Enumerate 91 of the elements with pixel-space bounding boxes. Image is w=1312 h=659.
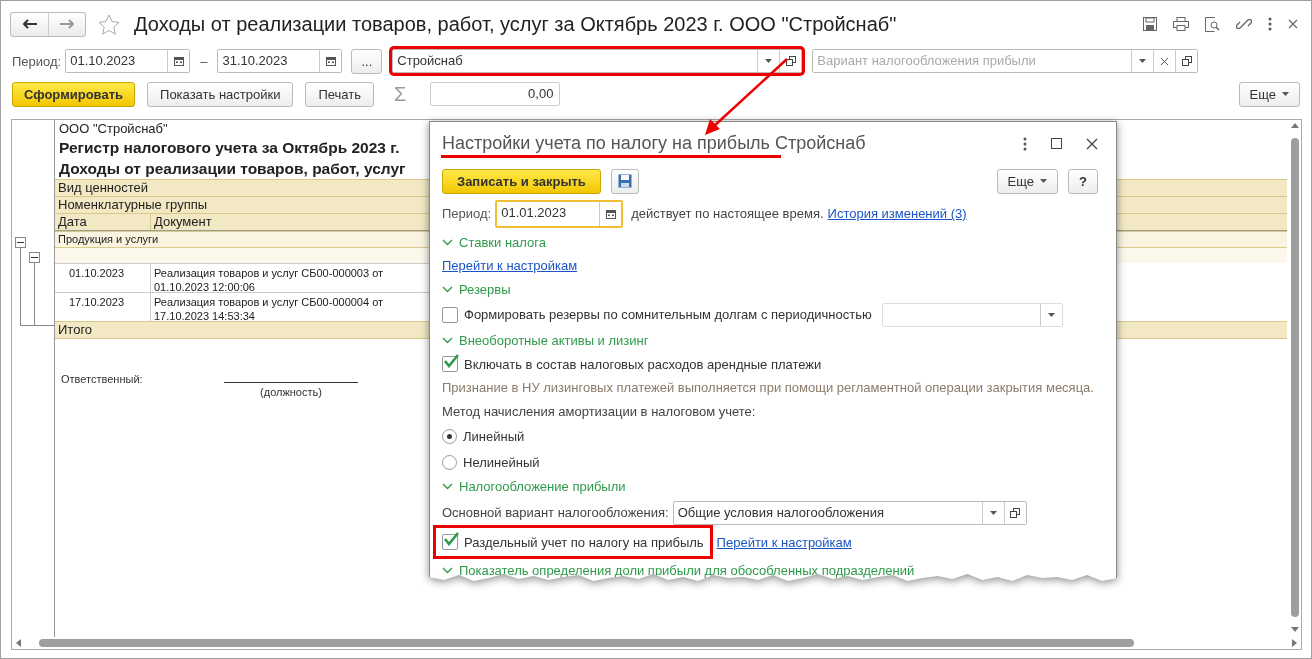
radio-label: Нелинейный bbox=[463, 454, 540, 470]
position-caption: (должность) bbox=[260, 386, 322, 398]
date-value: 01.01.2023 bbox=[500, 203, 568, 222]
report-title: Доходы от реализации товаров, работ, услуг bbox=[58, 159, 406, 179]
header-cell-text: Номенклатурные группы bbox=[57, 197, 208, 213]
collapse-icon[interactable] bbox=[15, 237, 26, 248]
dialog-title: Настройки учета по налогу на прибыль Стройснаб bbox=[442, 133, 866, 155]
range-dash: – bbox=[200, 53, 208, 69]
window-title: Доходы от реализации товаров, работ, услуг за Октябрь 2023 г. ООО "Стройснаб" bbox=[134, 12, 897, 36]
column-header: Дата bbox=[55, 214, 151, 230]
info-note: Признание в НУ лизинговых платежей выполняется при помощи регламентной операции закрытия месяца. bbox=[442, 378, 1095, 397]
period-select-button[interactable]: ... bbox=[351, 48, 383, 74]
open-form-icon bbox=[785, 56, 796, 66]
scroll-down-icon[interactable] bbox=[1291, 627, 1299, 632]
calendar-icon bbox=[173, 56, 184, 66]
checkbox[interactable] bbox=[442, 306, 458, 323]
open-form-icon bbox=[1010, 507, 1021, 518]
forward-arrow-icon bbox=[60, 19, 74, 29]
maximize-icon[interactable] bbox=[1049, 136, 1064, 152]
settings-link[interactable]: Перейти к настройкам bbox=[442, 258, 578, 274]
section-header[interactable]: Резервы bbox=[442, 277, 1104, 302]
select-value: Общие условия налогообложения bbox=[676, 503, 886, 522]
validity-text: действует по настоящее время. bbox=[631, 204, 824, 223]
period-label: Период: bbox=[442, 206, 492, 222]
date-to-field[interactable]: 31.10.2023 bbox=[217, 49, 343, 73]
period-field[interactable]: 01.01.2023 bbox=[495, 199, 624, 228]
select-label: Основной вариант налогообложения: bbox=[442, 503, 669, 522]
more-icon[interactable] bbox=[1266, 15, 1274, 33]
clear-icon bbox=[1161, 57, 1169, 65]
dropdown-caret-icon bbox=[1040, 179, 1048, 184]
group-cell-text: Продукция и услуги bbox=[57, 232, 159, 247]
scroll-left-icon[interactable] bbox=[16, 639, 21, 647]
responsible-label: Ответственный: bbox=[61, 372, 144, 385]
section-header[interactable]: Налогообложение прибыли bbox=[442, 475, 1104, 499]
document-cell-text: Реализация товаров и услуг СБ00-000003 от 01.10.2023 12:00:06 bbox=[153, 266, 385, 292]
checkbox-label: Раздельный учет по налогу на прибыль bbox=[464, 534, 704, 550]
generate-button[interactable]: Сформировать bbox=[12, 81, 136, 107]
checkbox[interactable] bbox=[442, 356, 458, 373]
period-label: Период: bbox=[12, 53, 62, 69]
dropdown-caret-icon bbox=[1047, 312, 1055, 317]
tax-variant-select[interactable]: Общие условия налогообложения bbox=[672, 500, 1027, 525]
show-settings-button[interactable]: Показать настройки bbox=[147, 81, 294, 107]
date-from-field[interactable]: 01.10.2023 bbox=[65, 49, 191, 73]
field-placeholder: Вариант налогообложения прибыли bbox=[816, 52, 1037, 70]
settings-link[interactable]: Перейти к настройкам bbox=[716, 534, 852, 550]
date-cell: 01.10.2023 bbox=[55, 264, 151, 292]
sum-sign: Σ bbox=[394, 82, 407, 106]
document-cell-text: Реализация товаров и услуг СБ00-000004 от 17.10.2023 14:53:34 bbox=[153, 295, 385, 321]
calendar-icon bbox=[605, 208, 616, 219]
total-cell-text: Итого bbox=[57, 322, 93, 338]
method-label: Метод начисления амортизации в налоговом учете: bbox=[442, 402, 757, 421]
section-header[interactable]: Ставки налога bbox=[442, 230, 1104, 254]
more-button[interactable]: Еще bbox=[996, 168, 1059, 194]
print-button[interactable]: Печать bbox=[305, 81, 375, 107]
radio-label: Линейный bbox=[463, 429, 525, 445]
close-icon[interactable] bbox=[1286, 17, 1300, 31]
dropdown-caret-icon bbox=[1282, 92, 1289, 96]
preview-icon[interactable] bbox=[1203, 14, 1222, 34]
dropdown-caret-icon bbox=[989, 510, 997, 515]
checkbox-label: Формировать резервы по сомнительным долгам с периодичностью bbox=[464, 307, 872, 323]
save-button[interactable] bbox=[610, 168, 639, 194]
checkmark-icon bbox=[443, 354, 459, 369]
calendar-icon bbox=[325, 56, 336, 66]
section-header[interactable]: Показатель определения доли прибыли для обособленных подразделений bbox=[442, 558, 1104, 582]
dropdown-caret-icon bbox=[1139, 59, 1147, 63]
checkbox[interactable] bbox=[442, 534, 458, 551]
help-button[interactable]: ? bbox=[1068, 168, 1098, 194]
open-form-icon bbox=[1181, 56, 1192, 66]
organization-value: Стройснаб bbox=[396, 52, 464, 70]
checkbox-label: Включать в состав налоговых расходов арендные платежи bbox=[464, 356, 822, 372]
company-name: ООО "Стройснаб" bbox=[58, 120, 169, 137]
scroll-up-icon[interactable] bbox=[1291, 123, 1299, 128]
date-value: 01.10.2023 bbox=[69, 52, 137, 70]
floppy-icon bbox=[617, 174, 632, 189]
scroll-right-icon[interactable] bbox=[1292, 639, 1297, 647]
dropdown-caret-icon bbox=[765, 59, 773, 63]
collapse-icon[interactable] bbox=[29, 252, 40, 263]
section-header[interactable]: Внеоборотные активы и лизинг bbox=[442, 328, 1104, 353]
column-header: Документ bbox=[153, 214, 212, 230]
checkmark-icon bbox=[443, 532, 459, 547]
save-close-button[interactable]: Записать и закрыть bbox=[442, 168, 601, 194]
sum-field: 0,00 bbox=[430, 82, 561, 106]
more-button[interactable]: Еще bbox=[1238, 81, 1300, 107]
date-value: 31.10.2023 bbox=[221, 52, 289, 70]
back-arrow-icon bbox=[22, 19, 37, 29]
report-title: Регистр налогового учета за Октябрь 2023 г. bbox=[58, 138, 400, 158]
save-icon[interactable] bbox=[1141, 15, 1159, 33]
printer-icon[interactable] bbox=[1171, 15, 1191, 33]
organization-field[interactable]: Стройснаб bbox=[392, 49, 803, 73]
history-link[interactable]: История изменений (3) bbox=[827, 206, 967, 222]
header-cell-text: Вид ценностей bbox=[57, 180, 149, 196]
